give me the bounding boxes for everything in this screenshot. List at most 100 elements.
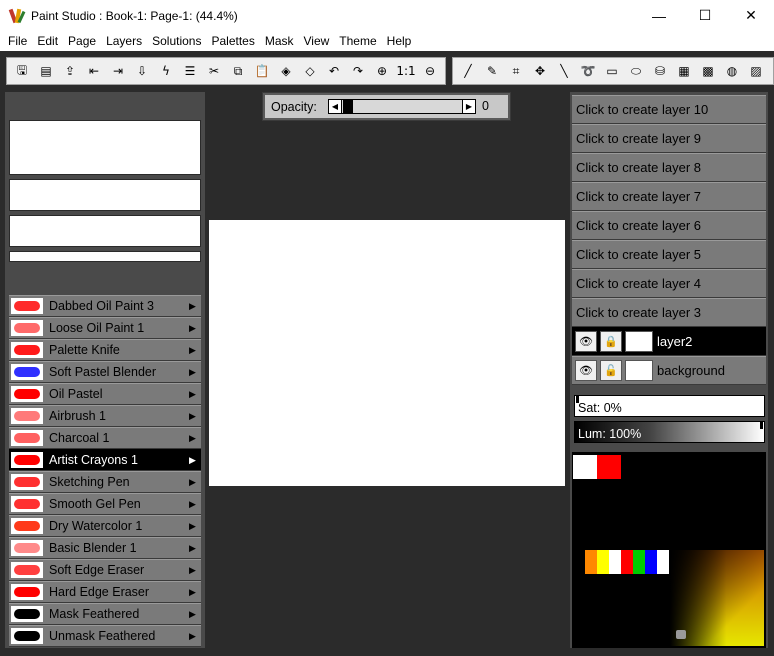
eyedropper-icon[interactable]: ✎	[480, 60, 504, 82]
save-icon[interactable]: 🖫	[10, 60, 34, 82]
submenu-arrow-icon[interactable]: ▶	[189, 477, 199, 488]
brush-item[interactable]: Oil Pastel ▶	[9, 383, 201, 405]
brush-item[interactable]: Basic Blender 1 ▶	[9, 537, 201, 559]
brush-item[interactable]: Soft Pastel Blender ▶	[9, 361, 201, 383]
create-layer-slot[interactable]: Click to create layer 9	[572, 124, 766, 153]
submenu-arrow-icon[interactable]: ▶	[189, 455, 199, 466]
color-swatch[interactable]	[597, 550, 609, 574]
color-swatch[interactable]	[657, 550, 669, 574]
secondary-color-swatch[interactable]	[597, 455, 621, 479]
page-up-icon[interactable]: ⇪	[58, 60, 82, 82]
luminance-marker[interactable]	[760, 422, 763, 429]
create-layer-slot[interactable]: Click to create layer 6	[572, 211, 766, 240]
submenu-arrow-icon[interactable]: ▶	[189, 389, 199, 400]
submenu-arrow-icon[interactable]: ▶	[189, 345, 199, 356]
layer-row[interactable]: 👁 🔒 layer2	[572, 327, 766, 356]
texture-icon[interactable]: ◍	[720, 60, 744, 82]
create-layer-slot[interactable]: Click to create layer 3	[572, 298, 766, 327]
submenu-arrow-icon[interactable]: ▶	[189, 433, 199, 444]
brush-item[interactable]: Palette Knife ▶	[9, 339, 201, 361]
brush-item[interactable]: Charcoal 1 ▶	[9, 427, 201, 449]
luminance-slider[interactable]: Lum: 100%	[574, 421, 765, 443]
brush-item[interactable]: Smooth Gel Pen ▶	[9, 493, 201, 515]
minimize-button[interactable]: —	[636, 0, 682, 31]
submenu-arrow-icon[interactable]: ▶	[189, 323, 199, 334]
save-as-icon[interactable]: ▤	[34, 60, 58, 82]
slider-thumb[interactable]	[343, 100, 353, 113]
line-icon[interactable]: ╲	[552, 60, 576, 82]
rectangle-icon[interactable]: ▭	[600, 60, 624, 82]
brush-item[interactable]: Loose Oil Paint 1 ▶	[9, 317, 201, 339]
brush-item[interactable]: Sketching Pen ▶	[9, 471, 201, 493]
paste-icon[interactable]: 📋	[250, 60, 274, 82]
ellipse-icon[interactable]: ⬭	[624, 60, 648, 82]
submenu-arrow-icon[interactable]: ▶	[189, 521, 199, 532]
cut-icon[interactable]: ✂	[202, 60, 226, 82]
crop-icon[interactable]: ⌗	[504, 60, 528, 82]
zoom-out-icon[interactable]: ⊖	[418, 60, 442, 82]
spectrum-picker-handle[interactable]	[676, 630, 686, 639]
submenu-arrow-icon[interactable]: ▶	[189, 543, 199, 554]
undo-icon[interactable]: ↶	[322, 60, 346, 82]
page-prev-icon[interactable]: ⇤	[82, 60, 106, 82]
drawing-canvas[interactable]	[209, 220, 565, 486]
menu-theme[interactable]: Theme	[334, 31, 381, 51]
create-layer-slot[interactable]: Click to create layer 8	[572, 153, 766, 182]
submenu-arrow-icon[interactable]: ▶	[189, 565, 199, 576]
page-next-icon[interactable]: ⇥	[106, 60, 130, 82]
saturation-slider[interactable]: Sat: 0%	[574, 395, 765, 417]
pattern-icon[interactable]: ▩	[696, 60, 720, 82]
submenu-arrow-icon[interactable]: ▶	[189, 301, 199, 312]
visibility-eye-icon[interactable]: 👁	[575, 330, 597, 352]
brush-item[interactable]: Soft Edge Eraser ▶	[9, 559, 201, 581]
create-layer-slot[interactable]: Click to create layer 10	[572, 95, 766, 124]
menu-view[interactable]: View	[299, 31, 335, 51]
submenu-arrow-icon[interactable]: ▶	[189, 587, 199, 598]
color-swatch[interactable]	[645, 550, 657, 574]
maximize-button[interactable]: ☐	[682, 0, 728, 31]
menu-page[interactable]: Page	[63, 31, 101, 51]
brush-item[interactable]: Unmask Feathered ▶	[9, 625, 201, 647]
zoom-in-icon[interactable]: ⊕	[370, 60, 394, 82]
slider-right-arrow-icon[interactable]: ▶	[462, 100, 475, 113]
menu-edit[interactable]: Edit	[32, 31, 63, 51]
copy-icon[interactable]: ⧉	[226, 60, 250, 82]
visibility-eye-icon[interactable]: 👁	[575, 360, 597, 381]
color-swatch[interactable]	[621, 550, 633, 574]
fill-special-icon[interactable]: ◇	[298, 60, 322, 82]
create-layer-slot[interactable]: Click to create layer 4	[572, 269, 766, 298]
brush-item[interactable]: Airbrush 1 ▶	[9, 405, 201, 427]
color-swatch[interactable]	[633, 550, 645, 574]
opacity-slider[interactable]: ◀ ▶	[328, 99, 476, 114]
submenu-arrow-icon[interactable]: ▶	[189, 631, 199, 642]
layer-lock-icon[interactable]: 🔒	[600, 330, 622, 352]
menu-file[interactable]: File	[3, 31, 32, 51]
actual-size-icon[interactable]: 1:1	[394, 60, 418, 82]
brush-icon[interactable]: ╱	[456, 60, 480, 82]
page-down-icon[interactable]: ⇩	[130, 60, 154, 82]
create-layer-slot[interactable]: Click to create layer 5	[572, 240, 766, 269]
color-swatch[interactable]	[609, 550, 621, 574]
menu-mask[interactable]: Mask	[260, 31, 299, 51]
move-icon[interactable]: ✥	[528, 60, 552, 82]
menu-layers[interactable]: Layers	[101, 31, 147, 51]
brush-item[interactable]: Dry Watercolor 1 ▶	[9, 515, 201, 537]
menu-palettes[interactable]: Palettes	[206, 31, 259, 51]
menu-help[interactable]: Help	[382, 31, 417, 51]
menu-solutions[interactable]: Solutions	[147, 31, 206, 51]
brush-item[interactable]: Hard Edge Eraser ▶	[9, 581, 201, 603]
submenu-arrow-icon[interactable]: ▶	[189, 499, 199, 510]
color-swatch[interactable]	[585, 550, 597, 574]
primary-color-swatch[interactable]	[573, 455, 597, 479]
more-tools-icon[interactable]: ▨	[744, 60, 768, 82]
lightning-icon[interactable]: ϟ	[154, 60, 178, 82]
submenu-arrow-icon[interactable]: ▶	[189, 367, 199, 378]
fill-icon[interactable]: ◈	[274, 60, 298, 82]
properties-icon[interactable]: ☰	[178, 60, 202, 82]
submenu-arrow-icon[interactable]: ▶	[189, 609, 199, 620]
brush-item[interactable]: Dabbed Oil Paint 3 ▶	[9, 295, 201, 317]
layer-lock-icon[interactable]: 🔓	[600, 360, 622, 381]
lasso-icon[interactable]: ➰	[576, 60, 600, 82]
layer-row[interactable]: 👁 🔓 background	[572, 356, 766, 385]
gradient-icon[interactable]: ▦	[672, 60, 696, 82]
